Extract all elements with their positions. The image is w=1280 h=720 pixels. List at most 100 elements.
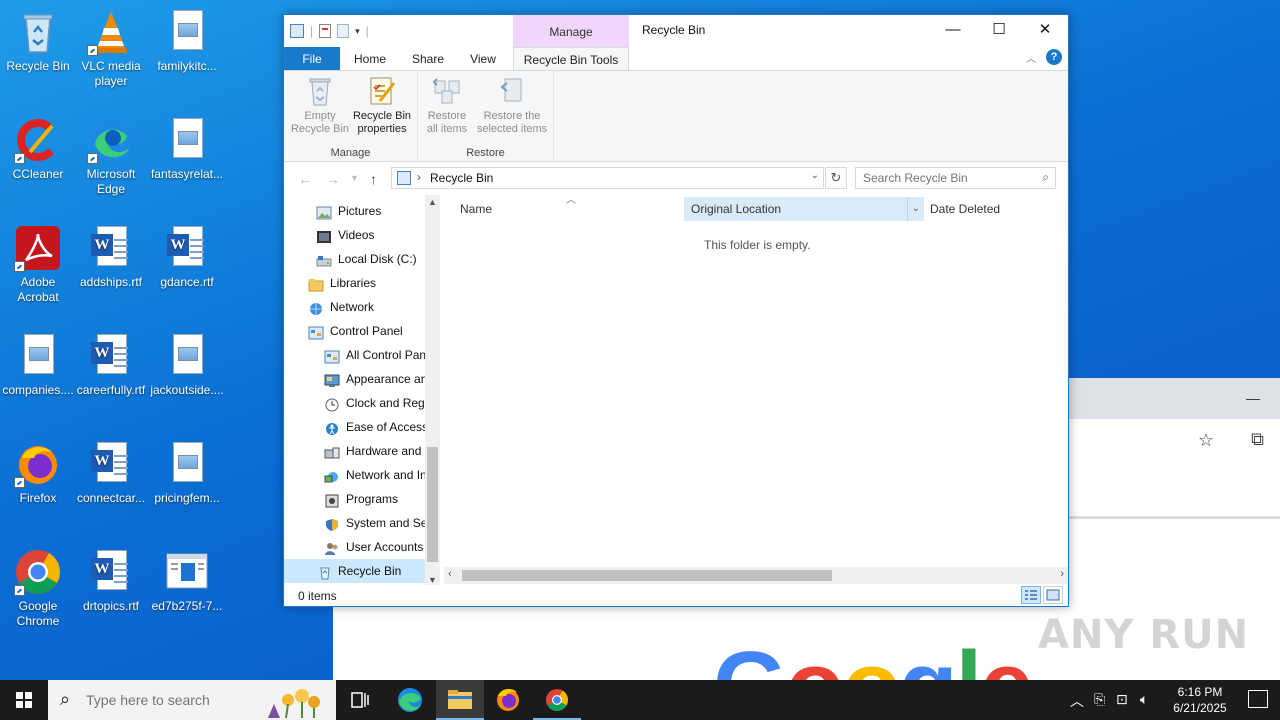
refresh-button[interactable]: ↻ [825,167,847,189]
minimize-button[interactable]: — [930,15,976,45]
desktop-icon-ed7b275f[interactable]: ed7b275f-7... [149,548,225,614]
empty-recycle-bin-button[interactable]: Empty Recycle Bin [290,75,350,136]
restore-all-items-button[interactable]: Restore all items [422,75,472,136]
tab-file[interactable]: File [284,47,340,71]
nav-item-control-panel[interactable]: Control Panel [308,319,425,343]
nav-item-ease-of-access[interactable]: Ease of Access [324,415,425,439]
image-file-icon [163,332,211,380]
desktop-icon-addships[interactable]: W addships.rtf [73,224,149,290]
taskbar-firefox[interactable] [484,680,532,720]
task-view-button[interactable] [336,680,384,720]
desktop-icon-jackoutside[interactable]: jackoutside.... [149,332,225,398]
restore-selected-items-button[interactable]: Restore the selected items [472,75,552,136]
search-box[interactable]: ⌕ [855,167,1056,189]
nav-item-videos[interactable]: Videos [316,223,425,247]
nav-item-recycle-bin[interactable]: Recycle Bin [284,559,425,583]
extensions-icon[interactable]: ⧉ [1251,429,1264,450]
breadcrumb-recycle-bin[interactable]: Recycle Bin [430,171,493,185]
recycle-bin-properties-button[interactable]: Recycle Bin properties [350,75,414,136]
scroll-left-arrow-icon[interactable]: ‹ [448,568,452,580]
scroll-right-arrow-icon[interactable]: › [1060,568,1064,580]
taskbar-search-input[interactable] [86,680,286,720]
column-header-original-location[interactable]: Original Location ⌄ [684,197,924,221]
scroll-down-arrow-icon[interactable]: ▼ [428,575,437,585]
notification-center-icon[interactable] [1248,690,1268,708]
up-button[interactable]: ↑ [370,171,377,187]
scroll-thumb[interactable] [427,447,438,562]
taskbar-file-explorer[interactable] [436,680,484,720]
desktop-icon-careerfully[interactable]: W careerfully.rtf [73,332,149,398]
desktop-icon-firefox[interactable]: Firefox [0,440,76,506]
network-status-icon[interactable]: ⊡ [1116,691,1128,708]
properties-qat-icon[interactable] [319,24,332,38]
desktop-icon-companies[interactable]: companies.... [0,332,76,398]
column-filter-dropdown-icon[interactable]: ⌄ [906,197,920,221]
taskbar-chrome[interactable] [533,680,581,720]
horizontal-scrollbar[interactable]: ‹ › [444,567,1068,584]
details-view-button[interactable] [1021,586,1041,604]
tab-share[interactable]: Share [402,47,454,71]
large-icons-view-button[interactable] [1043,586,1063,604]
tray-device-icon[interactable]: ⎘ [1094,691,1105,708]
forward-button[interactable]: → [326,171,340,187]
recent-locations-button[interactable]: ▾ [352,173,357,184]
nav-item-hardware-sound[interactable]: Hardware and Sound [324,439,425,463]
file-list-pane[interactable]: Name ︿ Original Location ⌄ Date Deleted … [441,195,1068,585]
horizontal-scroll-thumb[interactable] [462,570,832,581]
nav-item-network[interactable]: Network [308,295,425,319]
empty-folder-message: This folder is empty. [704,238,811,252]
nav-item-programs[interactable]: Programs [324,487,425,511]
desktop-icon-vlc[interactable]: VLC media player [73,8,149,89]
nav-item-appearance[interactable]: Appearance and Personalization [324,367,425,391]
nav-item-system-security[interactable]: System and Security [324,511,425,535]
back-button[interactable]: ← [298,171,312,187]
tab-recycle-bin-tools[interactable]: Recycle Bin Tools [513,47,629,72]
nav-item-network-internet[interactable]: Network and Internet [324,463,425,487]
address-box[interactable]: › Recycle Bin ⌄ [391,167,824,189]
customize-qat-icon[interactable]: ▾ [355,26,360,37]
column-header-date-deleted[interactable]: Date Deleted [930,197,1050,221]
search-input[interactable] [856,168,1031,188]
start-button[interactable] [0,680,48,720]
desktop-icon-pricingfem[interactable]: pricingfem... [149,440,225,506]
scroll-up-arrow-icon[interactable]: ▲ [428,197,437,207]
volume-icon[interactable]: 🔈︎ [1140,691,1148,708]
desktop-icon-fantasyrelat[interactable]: fantasyrelat... [149,116,225,182]
clock[interactable]: 6:16 PM 6/21/2025 [1164,684,1236,716]
nav-item-clock-region[interactable]: Clock and Region [324,391,425,415]
maximize-button[interactable]: ☐ [976,15,1022,45]
desktop-icon-google-chrome[interactable]: Google Chrome [0,548,76,629]
help-icon[interactable]: ? [1046,49,1062,65]
nav-item-libraries[interactable]: Libraries [308,271,425,295]
desktop-icon-gdance[interactable]: W gdance.rtf [149,224,225,290]
address-dropdown-icon[interactable]: ⌄ [811,170,819,181]
taskbar-search-box[interactable]: ⌕ [48,680,336,720]
file-explorer-window[interactable]: | ▾ | Manage Recycle Bin — ☐ ✕ File Home… [283,14,1069,607]
close-button[interactable]: ✕ [1022,15,1068,45]
desktop-icon-familykitc[interactable]: familykitc... [149,8,225,74]
nav-item-all-control-panel-items[interactable]: All Control Panel Items [324,343,425,367]
bookmark-star-icon[interactable]: ☆ [1198,430,1214,451]
tab-view[interactable]: View [460,47,506,71]
chrome-minimize-button[interactable]: — [1246,390,1260,406]
nav-item-pictures[interactable]: Pictures [316,199,425,223]
nav-item-user-accounts[interactable]: User Accounts [324,535,425,559]
new-folder-qat-icon[interactable] [337,24,350,38]
status-bar: 0 items [284,586,1068,606]
breadcrumb-chevron-icon[interactable]: › [417,170,421,184]
desktop-icon-adobe-acrobat[interactable]: Adobe Acrobat [0,224,76,305]
taskbar-edge[interactable] [386,680,434,720]
desktop-icon-ccleaner[interactable]: CCleaner [0,116,76,182]
desktop-icon-recycle-bin[interactable]: Recycle Bin [0,8,76,74]
column-header-name[interactable]: Name ︿ [460,195,680,221]
desktop-icon-drtopics[interactable]: W drtopics.rtf [73,548,149,614]
search-icon[interactable]: ⌕ [1042,170,1049,185]
nav-item-local-disk[interactable]: Local Disk (C:) [316,247,425,271]
show-hidden-icons-chevron-icon[interactable]: ︿ [1070,691,1084,711]
collapse-ribbon-icon[interactable]: ︿ [1026,50,1036,65]
navigation-scrollbar[interactable]: ▲ ▼ [425,195,440,585]
tab-home[interactable]: Home [344,47,396,71]
navigation-pane[interactable]: Pictures Videos Local Disk (C:) Librarie… [284,195,440,585]
desktop-icon-edge[interactable]: Microsoft Edge [73,116,149,197]
desktop-icon-connectcar[interactable]: W connectcar... [73,440,149,506]
